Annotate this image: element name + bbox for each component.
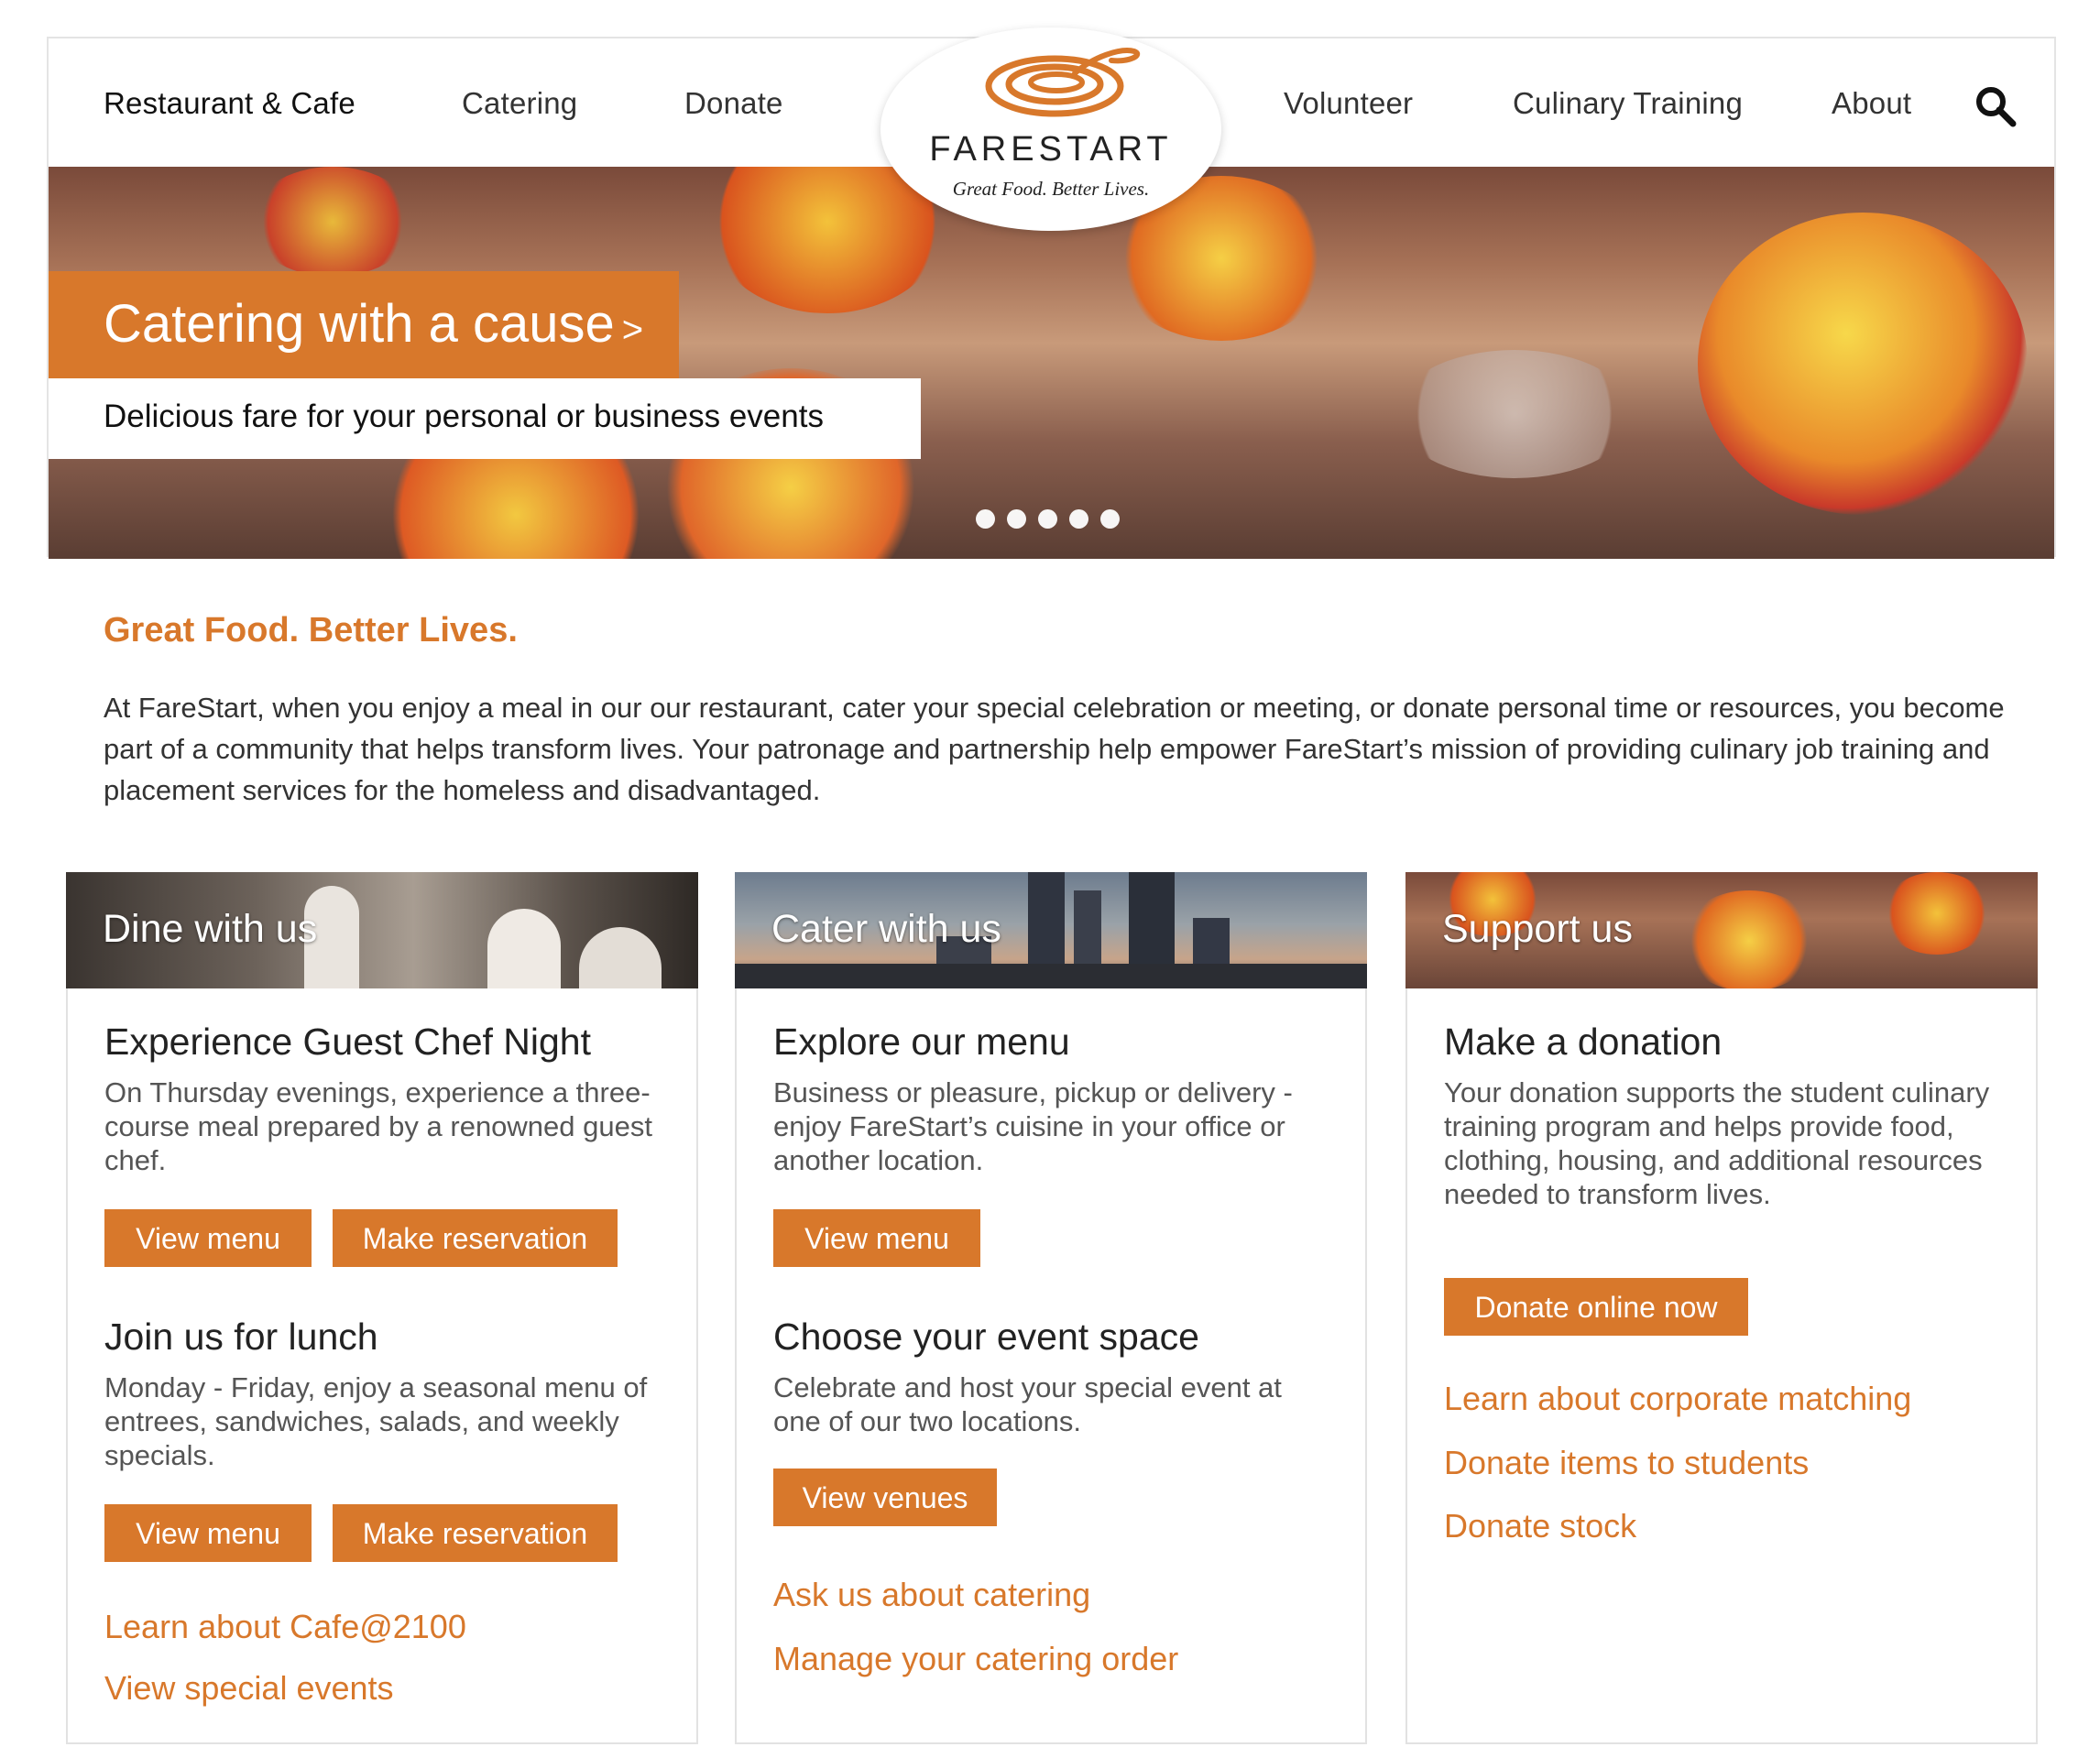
card-cater-header: Cater with us xyxy=(735,872,1367,988)
ask-catering-link[interactable]: Ask us about catering xyxy=(773,1576,1090,1614)
nav-catering[interactable]: Catering xyxy=(462,86,577,121)
view-menu-button[interactable]: View menu xyxy=(104,1209,312,1267)
dessert-image xyxy=(1882,872,1992,955)
dessert-image xyxy=(1680,890,1818,988)
guest-chef-title: Experience Guest Chef Night xyxy=(104,1021,591,1063)
logo-tagline: Great Food. Better Lives. xyxy=(952,178,1150,200)
hero-image-plate xyxy=(1395,350,1634,478)
donate-stock-link[interactable]: Donate stock xyxy=(1444,1507,1636,1545)
chevron-right-icon: > xyxy=(621,310,644,350)
hero-image-dessert xyxy=(1698,213,2028,515)
card-support-header: Support us xyxy=(1405,872,2038,988)
carousel-dot[interactable] xyxy=(1038,509,1057,529)
carousel-dot[interactable] xyxy=(1100,509,1120,529)
carousel-dot[interactable] xyxy=(976,509,995,529)
card-support: Support us Make a donation Your donation… xyxy=(1405,872,2038,1744)
card-dine: Dine with us Experience Guest Chef Night… xyxy=(66,872,698,1744)
chef-figure xyxy=(487,909,561,988)
donate-online-button[interactable]: Donate online now xyxy=(1444,1278,1748,1336)
intro-text: At FareStart, when you enjoy a meal in o… xyxy=(104,692,2005,806)
hero-title-link[interactable]: Catering with a cause > xyxy=(49,271,679,378)
nav-restaurant-cafe[interactable]: Restaurant & Cafe xyxy=(104,86,355,121)
hero-title-text: Catering with a cause xyxy=(104,294,615,354)
explore-menu-text: Business or pleasure, pickup or delivery… xyxy=(773,1076,1293,1176)
special-events-link[interactable]: View special events xyxy=(104,1669,394,1708)
card-dine-header: Dine with us xyxy=(66,872,698,988)
site-header: Restaurant & Cafe Catering Donate Volunt… xyxy=(47,27,2056,559)
explore-menu-title: Explore our menu xyxy=(773,1021,1070,1063)
donate-items-link[interactable]: Donate items to students xyxy=(1444,1444,1809,1482)
chef-figure xyxy=(579,927,662,988)
make-reservation-button[interactable]: Make reservation xyxy=(333,1504,618,1562)
view-menu-button[interactable]: View menu xyxy=(104,1504,312,1562)
carousel-dot[interactable] xyxy=(1007,509,1026,529)
make-reservation-button[interactable]: Make reservation xyxy=(333,1209,618,1267)
nav-volunteer[interactable]: Volunteer xyxy=(1284,86,1413,121)
card-support-title: Support us xyxy=(1442,907,1633,951)
nav-culinary-training[interactable]: Culinary Training xyxy=(1513,86,1743,121)
card-dine-title: Dine with us xyxy=(103,907,318,951)
view-venues-button[interactable]: View venues xyxy=(773,1469,997,1526)
card-cater-title: Cater with us xyxy=(771,907,1001,951)
search-icon[interactable] xyxy=(1974,84,2018,128)
nav-donate[interactable]: Donate xyxy=(684,86,783,121)
manage-catering-order-link[interactable]: Manage your catering order xyxy=(773,1640,1178,1678)
intro-title: Great Food. Better Lives. xyxy=(104,611,518,650)
carousel-dots xyxy=(976,509,1120,529)
skyline-base xyxy=(735,964,1367,988)
cafe-2100-link[interactable]: Learn about Cafe@2100 xyxy=(104,1608,466,1646)
corporate-matching-link[interactable]: Learn about corporate matching xyxy=(1444,1380,1911,1418)
lunch-title: Join us for lunch xyxy=(104,1316,378,1358)
make-donation-text: Your donation supports the student culin… xyxy=(1444,1076,1990,1210)
event-space-text: Celebrate and host your special event at… xyxy=(773,1371,1282,1437)
card-cater: Cater with us Explore our menu Business … xyxy=(735,872,1367,1744)
event-space-title: Choose your event space xyxy=(773,1316,1199,1358)
lunch-text: Monday - Friday, enjoy a seasonal menu o… xyxy=(104,1371,648,1471)
make-donation-title: Make a donation xyxy=(1444,1021,1723,1063)
guest-chef-text: On Thursday evenings, experience a three… xyxy=(104,1076,652,1176)
farestart-logo[interactable]: FARESTART Great Food. Better Lives. xyxy=(880,27,1221,231)
nav-about[interactable]: About xyxy=(1832,86,1911,121)
hero-image-dessert xyxy=(250,167,415,277)
farestart-logo-icon xyxy=(985,48,1141,117)
carousel-dot[interactable] xyxy=(1069,509,1088,529)
hero-subtitle: Delicious fare for your personal or busi… xyxy=(49,378,921,459)
logo-wordmark: FARESTART xyxy=(929,130,1173,169)
view-menu-button[interactable]: View menu xyxy=(773,1209,980,1267)
